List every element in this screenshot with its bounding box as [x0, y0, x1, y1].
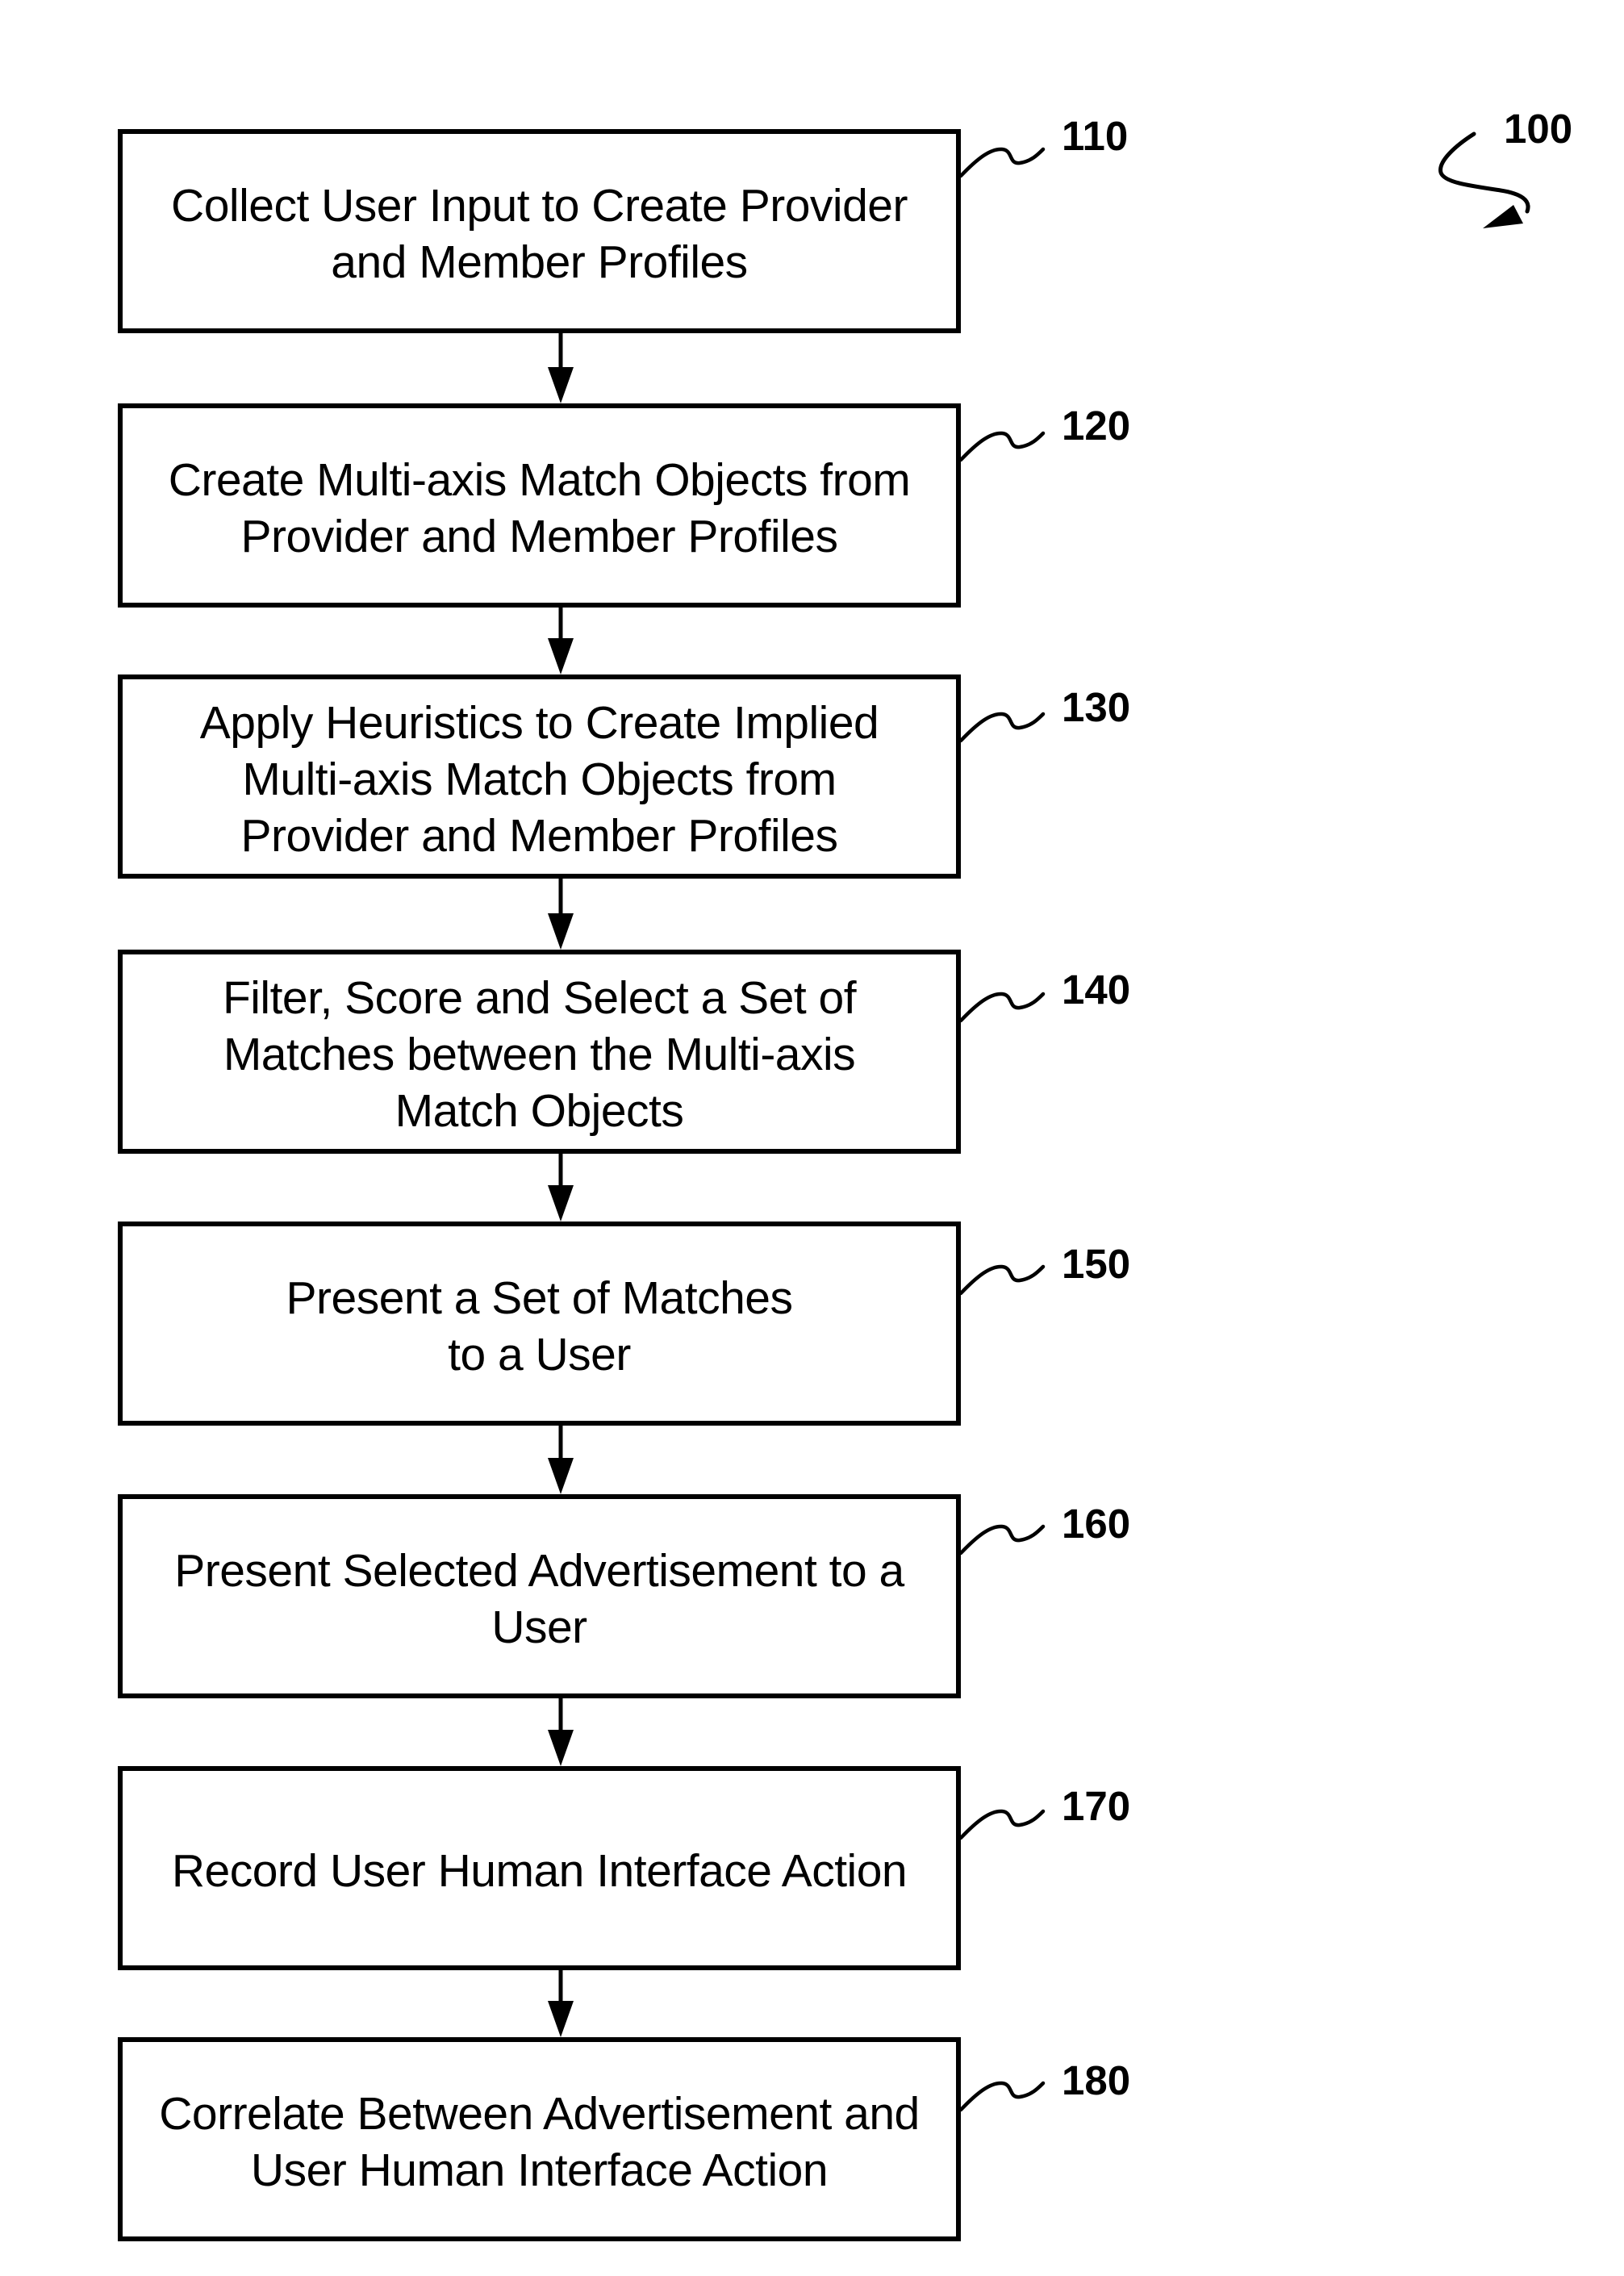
- step-140-label: 140: [1062, 967, 1131, 1013]
- arrow-down-icon: [548, 638, 574, 674]
- step-140-line: Filter, Score and Select a Set of: [222, 971, 857, 1024]
- step-120-line: Create Multi-axis Match Objects from: [168, 453, 911, 506]
- step-180-label: 180: [1062, 2057, 1131, 2103]
- step-170-line: Record User Human Interface Action: [171, 1844, 908, 1897]
- step-120-label: 120: [1062, 403, 1131, 449]
- step-120-line: Provider and Member Profiles: [240, 510, 838, 562]
- step-130-label: 130: [1062, 684, 1131, 730]
- step-160-line: User: [491, 1601, 587, 1653]
- arrow-down-icon: [548, 1185, 574, 1222]
- step-170-leader-line: [958, 1809, 1046, 1840]
- flow-arrow-160-to-170: [548, 1698, 574, 1766]
- step-170-text: Record User Human Interface Action: [123, 1773, 956, 1968]
- step-160-line: Present Selected Advertisement to a: [174, 1544, 904, 1597]
- step-160-leader-line: [958, 1524, 1046, 1556]
- step-140-line: Match Objects: [395, 1084, 684, 1137]
- step-140-line: Matches between the Multi-axis: [223, 1028, 856, 1080]
- step-150-text: Present a Set of Matches to a User: [123, 1229, 956, 1423]
- step-120-leader-line: [958, 431, 1046, 462]
- step-160-label: 160: [1062, 1501, 1131, 1547]
- step-140-leader-line: [958, 992, 1046, 1023]
- step-110-label: 110: [1062, 113, 1129, 159]
- flow-arrow-130-to-140: [548, 879, 574, 950]
- step-160-text: Present Selected Advertisement to a User: [123, 1501, 956, 1696]
- arrow-down-icon: [548, 1730, 574, 1766]
- reference-leader-lines: [958, 147, 1046, 2112]
- step-150-line: to a User: [448, 1328, 631, 1380]
- step-140-text: Filter, Score and Select a Set of Matches…: [123, 957, 956, 1151]
- figure-reference-arrowhead: [1483, 205, 1523, 228]
- step-110-leader-line: [958, 147, 1046, 178]
- arrow-down-icon: [548, 367, 574, 403]
- flow-arrow-120-to-130: [548, 608, 574, 674]
- arrow-down-icon: [548, 913, 574, 950]
- step-180-text: Correlate Between Advertisement and User …: [123, 2044, 956, 2239]
- figure-reference-number: 100: [1504, 106, 1573, 152]
- step-130-leader-line: [958, 712, 1046, 743]
- step-130-text: Apply Heuristics to Create Implied Multi-…: [123, 682, 956, 876]
- flow-arrow-140-to-150: [548, 1154, 574, 1222]
- step-180-line: User Human Interface Action: [250, 2144, 829, 2196]
- step-130-line: Apply Heuristics to Create Implied: [199, 696, 879, 749]
- step-150-label: 150: [1062, 1241, 1131, 1287]
- step-180-leader-line: [958, 2081, 1046, 2112]
- flow-arrow-170-to-180: [548, 1970, 574, 2037]
- flow-arrow-150-to-160: [548, 1426, 574, 1494]
- step-180-line: Correlate Between Advertisement and: [159, 2087, 920, 2140]
- arrow-down-icon: [548, 2001, 574, 2037]
- step-150-leader-line: [958, 1264, 1046, 1296]
- flow-arrow-110-to-120: [548, 333, 574, 403]
- step-120-text: Create Multi-axis Match Objects from Prov…: [123, 411, 956, 605]
- arrow-down-icon: [548, 1458, 574, 1494]
- step-130-line: Provider and Member Profiles: [240, 809, 838, 862]
- step-150-line: Present a Set of Matches: [286, 1272, 794, 1324]
- step-110-text: Collect User Input to Create Provider and…: [123, 136, 956, 331]
- step-130-line: Multi-axis Match Objects from: [242, 753, 837, 805]
- step-170-label: 170: [1062, 1783, 1131, 1829]
- step-110-line: and Member Profiles: [331, 236, 748, 288]
- step-110-line: Collect User Input to Create Provider: [171, 179, 908, 232]
